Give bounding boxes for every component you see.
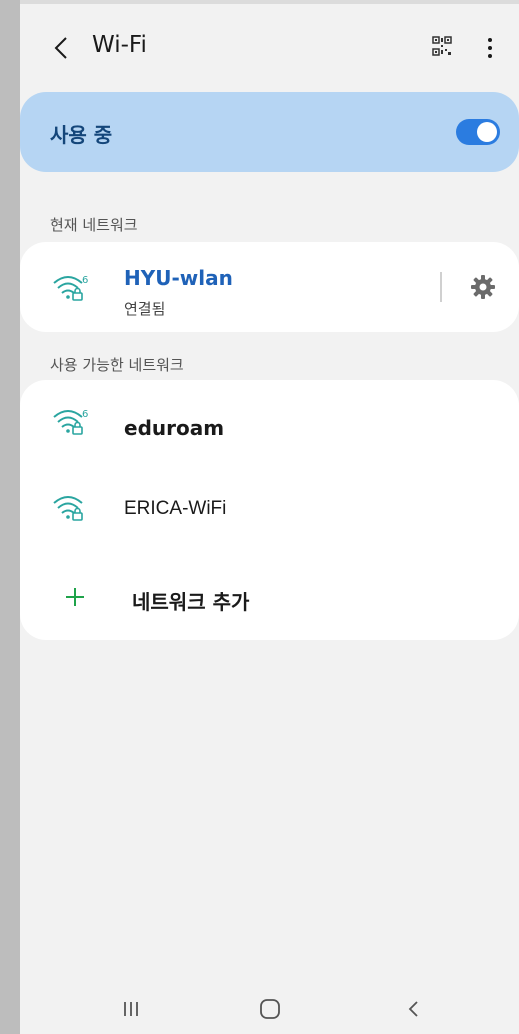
add-network-label: 네트워크 추가 <box>132 590 250 614</box>
more-options-button[interactable] <box>482 34 498 62</box>
gear-icon[interactable] <box>470 274 496 300</box>
home-icon[interactable] <box>258 994 282 1024</box>
available-networks-section-label: 사용 가능한 네트워크 <box>50 356 184 374</box>
status-strip <box>20 0 519 4</box>
wifi-switch[interactable] <box>456 119 500 145</box>
recents-icon[interactable] <box>120 994 142 1024</box>
qr-code-icon <box>432 36 452 56</box>
current-network-card: 6 HYU-wlan 연결됨 <box>20 242 519 332</box>
toggle-label: 사용 중 <box>50 123 113 147</box>
network-row-eduroam[interactable]: 6 eduroam <box>20 384 519 466</box>
wifi-lock-icon <box>53 496 83 521</box>
add-network-row[interactable]: 네트워크 추가 <box>20 556 519 638</box>
available-networks-card: 6 eduroam ERICA-WiFi 네트워크 추가 <box>20 380 519 640</box>
app-header: Wi-Fi <box>20 28 519 68</box>
system-navigation-bar <box>20 984 519 1034</box>
more-vertical-icon <box>488 38 492 58</box>
network-row-erica-wifi[interactable]: ERICA-WiFi <box>20 468 519 550</box>
wifi-badge: 6 <box>82 275 88 286</box>
current-network-status: 연결됨 <box>124 300 166 318</box>
plus-icon <box>66 588 84 606</box>
page-title: Wi-Fi <box>92 32 147 58</box>
network-name: ERICA-WiFi <box>124 498 227 519</box>
wifi-badge: 6 <box>82 409 88 420</box>
qr-scan-button[interactable] <box>432 36 452 56</box>
phone-screen: Wi-Fi 사용 중 현재 네트워크 6 HYU-wlan 연결됨 사용 가능한… <box>20 0 519 1034</box>
back-button[interactable] <box>50 34 74 62</box>
row-divider <box>440 272 442 302</box>
switch-knob <box>477 122 497 142</box>
wifi-master-toggle-card[interactable]: 사용 중 <box>20 92 519 172</box>
chevron-left-icon <box>54 37 67 59</box>
current-network-name: HYU-wlan <box>124 266 233 290</box>
wifi-6-lock-icon: 6 <box>53 409 88 435</box>
network-name: eduroam <box>124 416 225 440</box>
wifi-6-lock-icon: 6 <box>53 275 88 301</box>
current-network-section-label: 현재 네트워크 <box>50 216 138 234</box>
current-network-row[interactable]: 6 HYU-wlan 연결됨 <box>20 242 519 332</box>
back-icon[interactable] <box>404 994 424 1024</box>
